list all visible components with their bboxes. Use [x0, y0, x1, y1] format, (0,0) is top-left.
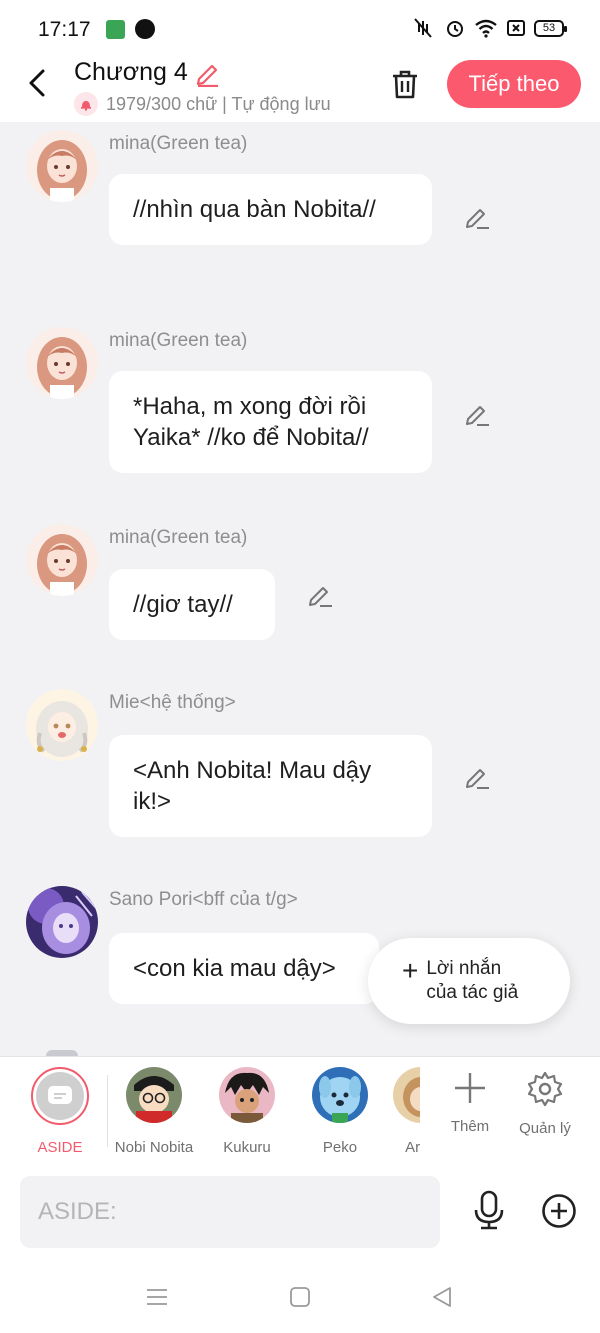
message-bubble[interactable]: <Anh Nobita! Mau dậy ik!>	[109, 735, 432, 837]
composer	[0, 1164, 600, 1258]
avatar	[312, 1067, 368, 1123]
manage-label: Quản lý	[519, 1120, 571, 1137]
add-circle-icon	[542, 1194, 576, 1228]
avatar[interactable]	[26, 327, 98, 399]
character-name: Kukuru	[223, 1139, 271, 1156]
avatar	[393, 1067, 420, 1123]
wifi-icon	[475, 19, 497, 38]
microphone-icon	[474, 1190, 504, 1230]
gear-icon	[527, 1071, 563, 1107]
back-nav-button[interactable]	[427, 1282, 457, 1312]
avatar	[219, 1067, 275, 1123]
add-character-button[interactable]: Thêm	[435, 1071, 505, 1135]
character-peko[interactable]: Peko	[295, 1067, 385, 1156]
character-name: Peko	[322, 1139, 358, 1156]
manage-button[interactable]: Quản lý	[510, 1071, 580, 1137]
next-button[interactable]: Tiếp theo	[447, 60, 581, 108]
message-bubble[interactable]: <con kia mau dậy>	[109, 933, 379, 1004]
attach-button[interactable]	[540, 1192, 578, 1230]
plus-icon	[455, 1073, 485, 1103]
avatar[interactable]	[26, 886, 98, 958]
word-count-row: 1979/300 chữ | Tự động lưu	[74, 92, 331, 116]
bell-icon	[74, 92, 98, 116]
character-aside[interactable]: ASIDE	[15, 1067, 105, 1156]
message-bubble[interactable]: //nhìn qua bàn Nobita//	[109, 174, 432, 245]
chevron-left-icon	[29, 69, 45, 97]
edit-message-button[interactable]	[463, 202, 491, 230]
title-row: Chương 4	[74, 58, 222, 87]
character-kukuru[interactable]: Kukuru	[202, 1067, 292, 1156]
message-bubble[interactable]: *Haha, m xong đời rồi Yaika* //ko để Nob…	[109, 371, 432, 473]
sender-name: mina(Green tea)	[109, 330, 248, 351]
avatar[interactable]	[26, 130, 98, 202]
chapter-header: Chương 4 1979/300 chữ | Tự động lưu Tiếp…	[0, 58, 600, 122]
avatar	[126, 1067, 182, 1123]
menu-nav-button[interactable]	[142, 1282, 172, 1312]
status-icons: 53	[410, 18, 567, 38]
sender-name: mina(Green tea)	[109, 527, 248, 548]
pencil-icon	[466, 406, 489, 426]
edit-message-button[interactable]	[463, 399, 491, 427]
message-input[interactable]	[20, 1176, 440, 1248]
status-bar: 17:17 53	[0, 0, 600, 58]
message-bubble[interactable]: //giơ tay//	[109, 569, 275, 640]
aside-chat-icon	[48, 1086, 72, 1104]
alarm-icon	[447, 21, 463, 37]
plus-icon: +	[402, 955, 419, 986]
sender-name: Sano Pori<bff của t/g>	[109, 889, 298, 910]
home-nav-button[interactable]	[285, 1282, 315, 1312]
word-count-status: 1979/300 chữ | Tự động lưu	[106, 93, 331, 114]
home-square-icon	[290, 1287, 310, 1307]
app-notification-icon	[106, 20, 125, 39]
back-button[interactable]	[18, 64, 56, 102]
menu-icon	[147, 1289, 167, 1305]
divider	[107, 1075, 108, 1147]
battery-icon: 53	[534, 19, 567, 37]
back-triangle-icon	[433, 1287, 451, 1307]
edit-message-button[interactable]	[306, 580, 334, 608]
avatar[interactable]	[26, 524, 98, 596]
pinterest-icon	[135, 19, 155, 39]
delete-button[interactable]	[387, 64, 423, 104]
character-bar: ASIDE Nobi Nobita Kukuru Peko Aron Thêm	[0, 1056, 600, 1164]
avatar[interactable]	[26, 689, 98, 761]
pencil-icon	[466, 209, 489, 229]
pencil-icon	[466, 769, 489, 789]
character-aron-clip: Aron	[378, 1067, 420, 1165]
sender-name: mina(Green tea)	[109, 133, 248, 154]
system-nav-bar	[0, 1258, 600, 1333]
sender-name: Mie<hệ thống>	[109, 692, 236, 713]
character-aron[interactable]: Aron	[378, 1067, 420, 1156]
character-name: Nobi Nobita	[114, 1139, 194, 1156]
page-title: Chương 4	[74, 58, 188, 86]
pencil-icon	[309, 587, 332, 607]
status-time: 17:17	[38, 18, 91, 41]
edit-title-icon[interactable]	[194, 59, 222, 87]
edit-message-button[interactable]	[463, 762, 491, 790]
character-nobita[interactable]: Nobi Nobita	[109, 1067, 199, 1156]
author-note-button[interactable]: + Lời nhắn của tác giả	[368, 938, 570, 1024]
trash-icon	[393, 70, 417, 99]
add-label: Thêm	[450, 1118, 490, 1135]
voice-button[interactable]	[470, 1188, 508, 1232]
screenshot-icon	[507, 20, 525, 36]
author-note-label: Lời nhắn của tác giả	[426, 958, 519, 1003]
aside-avatar	[31, 1067, 89, 1125]
mute-vibrate-icon	[414, 18, 432, 38]
character-name: Aron	[405, 1139, 420, 1156]
character-name: ASIDE	[37, 1139, 83, 1156]
